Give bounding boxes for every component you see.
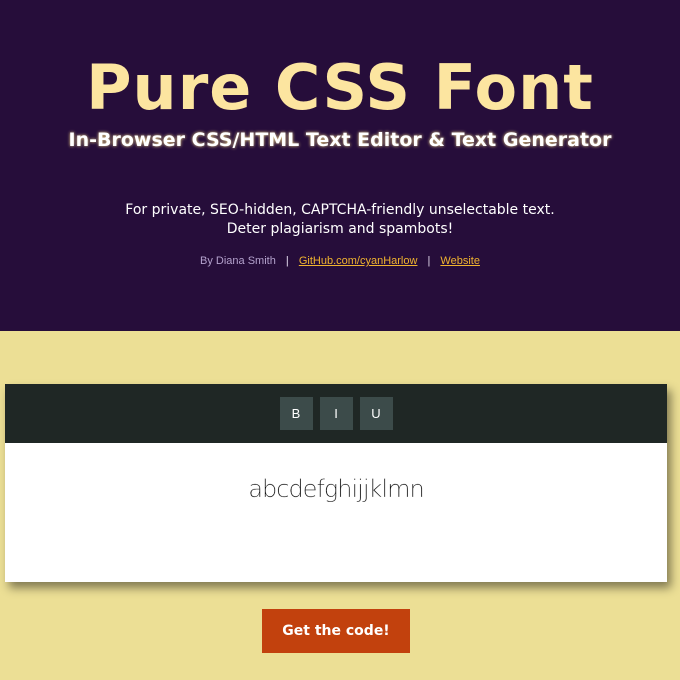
hero-description: For private, SEO-hidden, CAPTCHA-friendl… — [0, 201, 680, 239]
editor-canvas[interactable]: abcdefghijjklmn — [5, 443, 667, 582]
page-subtitle: In-Browser CSS/HTML Text Editor & Text G… — [68, 129, 612, 151]
byline-separator: | — [427, 255, 431, 267]
italic-button[interactable]: I — [319, 397, 353, 430]
get-code-button[interactable]: Get the code! — [262, 609, 410, 653]
description-line-1: For private, SEO-hidden, CAPTCHA-friendl… — [125, 202, 555, 218]
bold-button[interactable]: B — [279, 397, 313, 430]
author-credit: By Diana Smith — [200, 255, 276, 267]
underline-button[interactable]: U — [359, 397, 393, 430]
editor-toolbar: B I U — [5, 384, 667, 443]
byline-separator: | — [285, 255, 289, 267]
text-editor: B I U abcdefghijjklmn — [5, 384, 667, 582]
byline: By Diana Smith | GitHub.com/cyanHarlow |… — [0, 253, 680, 269]
description-line-2: Deter plagiarism and spambots! — [226, 221, 454, 237]
hero-banner: Pure CSS Font In-Browser CSS/HTML Text E… — [0, 0, 680, 331]
editor-text-content[interactable]: abcdefghijjklmn — [248, 475, 425, 503]
page-title: Pure CSS Font — [86, 51, 594, 124]
github-link[interactable]: GitHub.com/cyanHarlow — [299, 255, 418, 267]
website-link[interactable]: Website — [440, 255, 480, 267]
